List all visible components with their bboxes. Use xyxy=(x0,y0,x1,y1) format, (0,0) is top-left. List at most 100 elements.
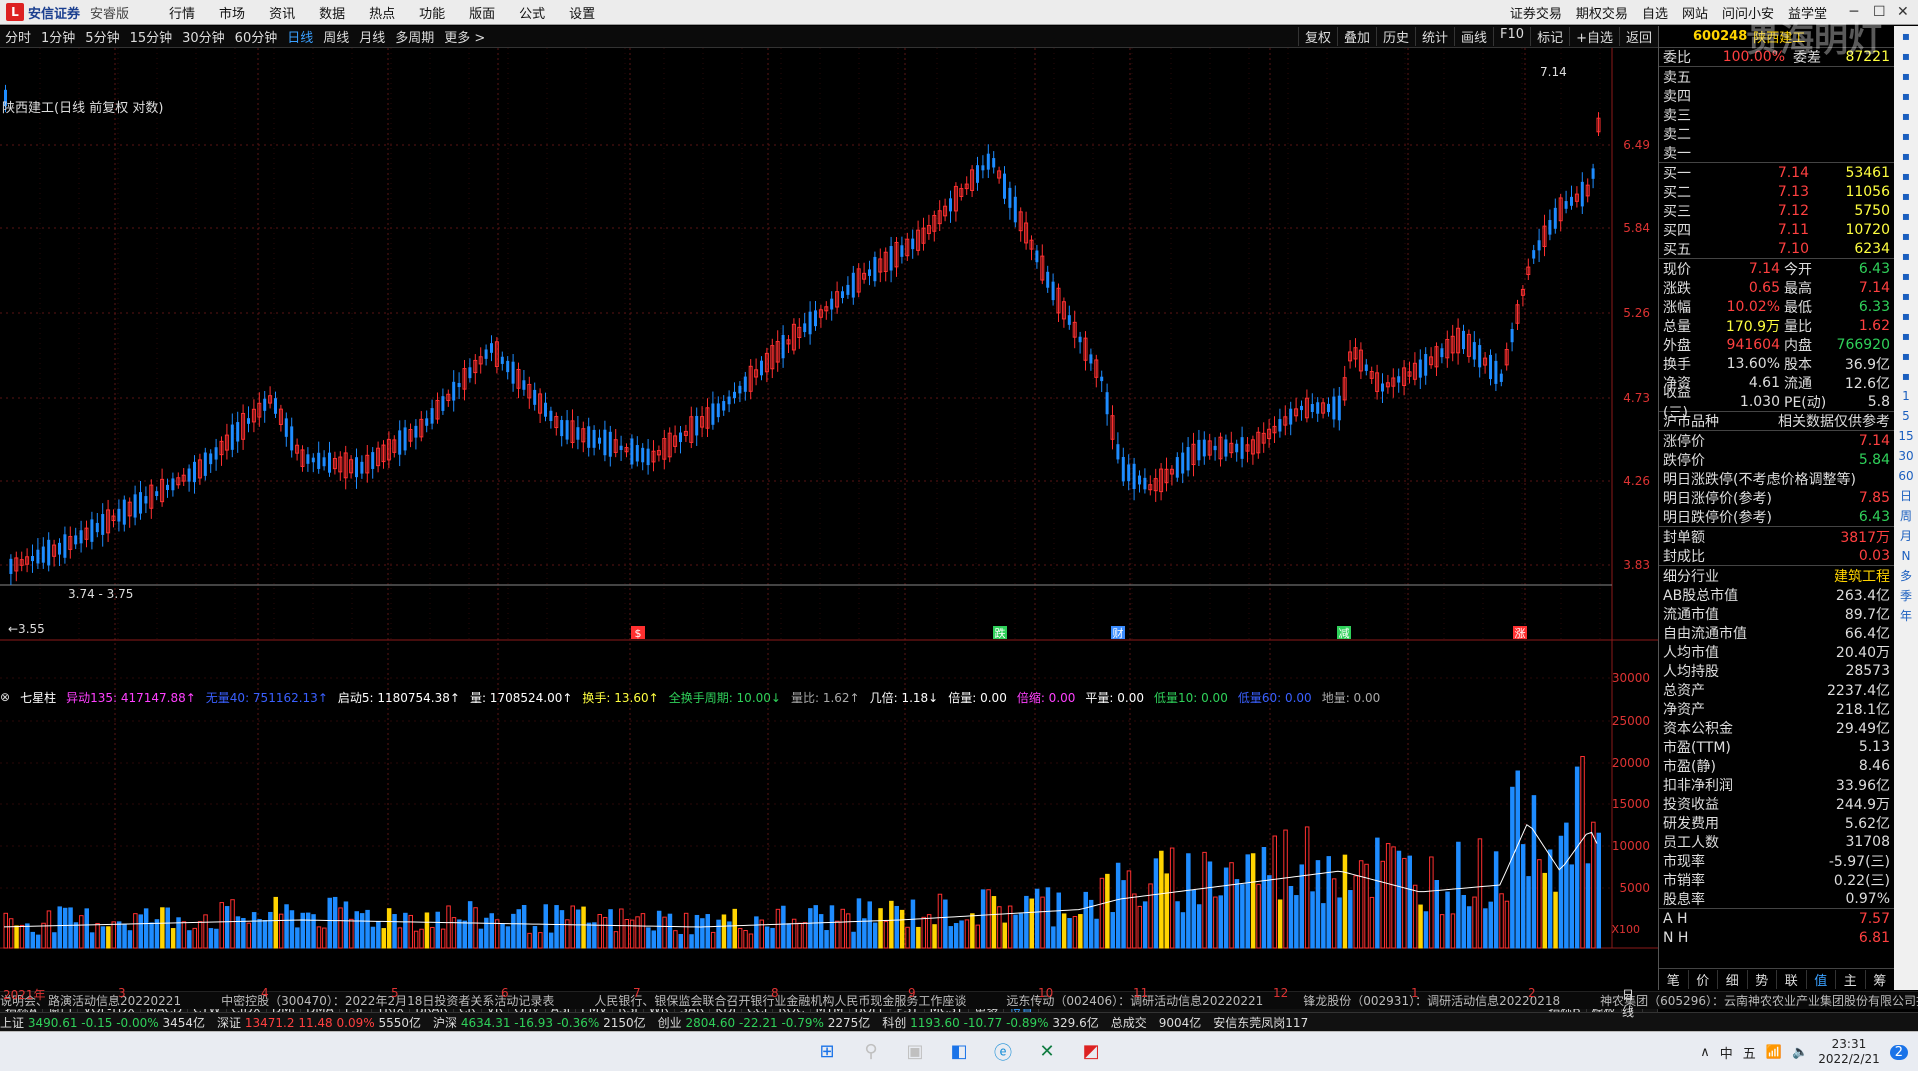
news-item[interactable]: 神农集团（605296）：云南神农农业产业集团股份有限公司投资者关 xyxy=(1600,992,1918,1009)
quote-tab[interactable]: 值 xyxy=(1807,970,1836,989)
daily-label[interactable]: 日线 xyxy=(1622,986,1634,1020)
menu-item-website[interactable]: 网站 xyxy=(1675,3,1715,22)
side-tool-icon[interactable]: ▪ xyxy=(1902,86,1910,106)
quote-tab[interactable]: 筹 xyxy=(1866,970,1895,989)
ime-indicator[interactable]: 中 xyxy=(1720,1043,1733,1062)
buy-level[interactable]: 买五 7.10 6234 xyxy=(1659,239,1894,258)
side-tool-icon[interactable]: ▪ xyxy=(1902,206,1910,226)
side-period-button[interactable]: 30 xyxy=(1898,446,1913,466)
menu-item-quotes[interactable]: 行情 xyxy=(157,3,207,22)
chart-area[interactable]: 陕西建工(日线 前复权 对数) 6.49 5.84 5.26 4.73 4.26 3.83… xyxy=(0,48,1658,1063)
side-tool-icon[interactable]: ▪ xyxy=(1902,26,1910,46)
trading-app-icon[interactable]: ◩ xyxy=(1073,1037,1109,1067)
event-marker[interactable]: 跌 xyxy=(995,626,1006,640)
menu-item-market[interactable]: 市场 xyxy=(207,3,257,22)
side-period-button[interactable]: 周 xyxy=(1900,506,1912,526)
close-icon[interactable]: ✕ xyxy=(1890,4,1914,20)
side-tool-icon[interactable]: ▪ xyxy=(1902,106,1910,126)
side-tool-icon[interactable]: ▪ xyxy=(1902,186,1910,206)
menu-item-settings[interactable]: 设置 xyxy=(557,3,607,22)
widgets-icon[interactable]: ◧ xyxy=(941,1037,977,1067)
event-marker[interactable]: 财 xyxy=(1113,626,1124,640)
side-period-button[interactable]: N xyxy=(1902,546,1911,566)
menu-item-formula[interactable]: 公式 xyxy=(507,3,557,22)
task-view-icon[interactable]: ▣ xyxy=(897,1037,933,1067)
tool-mark[interactable]: 标记 xyxy=(1530,27,1569,46)
tool-stats[interactable]: 统计 xyxy=(1415,27,1454,46)
clock[interactable]: 23:31 2022/2/21 xyxy=(1818,1037,1880,1067)
side-tool-icon[interactable]: ▪ xyxy=(1902,326,1910,346)
menu-item-hot[interactable]: 热点 xyxy=(357,3,407,22)
volume-icon[interactable]: 🔈 xyxy=(1792,1045,1808,1060)
side-period-button[interactable]: 多 xyxy=(1900,566,1912,586)
buy-level[interactable]: 买三 7.12 5750 xyxy=(1659,201,1894,220)
menu-item-layout[interactable]: 版面 xyxy=(457,3,507,22)
period-5min[interactable]: 5分钟 xyxy=(80,27,124,46)
sell-level[interactable]: 卖四 xyxy=(1659,86,1894,105)
period-1min[interactable]: 1分钟 xyxy=(36,27,80,46)
side-tool-icon[interactable]: ▪ xyxy=(1902,126,1910,146)
side-tool-icon[interactable]: ▪ xyxy=(1902,66,1910,86)
period-weekly[interactable]: 周线 xyxy=(318,27,354,46)
tool-adjust[interactable]: 复权 xyxy=(1297,27,1337,46)
kline-chart[interactable]: 6.49 5.84 5.26 4.73 4.26 3.83 7.14 ←3.55 3.74 - … xyxy=(0,48,1658,953)
index-block[interactable]: 上证 3490.61 -0.15 -0.00% 3454亿 xyxy=(0,1014,205,1031)
tool-overlay[interactable]: 叠加 xyxy=(1336,27,1376,46)
excel-icon[interactable]: ✕ xyxy=(1029,1037,1065,1067)
chevron-up-icon[interactable]: ∧ xyxy=(1700,1045,1710,1060)
sell-level[interactable]: 卖二 xyxy=(1659,124,1894,143)
period-30min[interactable]: 30分钟 xyxy=(177,27,230,46)
buy-level[interactable]: 买四 7.11 10720 xyxy=(1659,220,1894,239)
period-monthly[interactable]: 月线 xyxy=(354,27,390,46)
side-tool-icon[interactable]: ▪ xyxy=(1902,46,1910,66)
side-period-button[interactable]: 15 xyxy=(1898,426,1913,446)
side-period-button[interactable]: 月 xyxy=(1900,526,1912,546)
event-marker[interactable]: 涨 xyxy=(1515,627,1526,640)
wifi-icon[interactable]: 📶 xyxy=(1766,1045,1782,1060)
side-tool-icon[interactable]: ▪ xyxy=(1902,366,1910,386)
event-marker[interactable]: 减 xyxy=(1339,627,1350,640)
side-period-button[interactable]: 60 xyxy=(1898,466,1913,486)
sell-level[interactable]: 卖五 xyxy=(1659,67,1894,86)
side-tool-icon[interactable]: ▪ xyxy=(1902,306,1910,326)
side-tool-icon[interactable]: ▪ xyxy=(1902,266,1910,286)
side-period-button[interactable]: 日 xyxy=(1900,486,1912,506)
menu-item-news[interactable]: 资讯 xyxy=(257,3,307,22)
search-icon[interactable]: ⚲ xyxy=(853,1037,889,1067)
tool-draw[interactable]: 画线 xyxy=(1454,27,1493,46)
buy-level[interactable]: 买一 7.14 53461 xyxy=(1659,163,1894,182)
edge-browser-icon[interactable]: ⓔ xyxy=(985,1037,1021,1067)
indicator-close-icon[interactable]: ⊗ xyxy=(0,690,10,704)
side-tool-icon[interactable]: ▪ xyxy=(1902,166,1910,186)
side-tool-icon[interactable]: ▪ xyxy=(1902,146,1910,166)
side-period-button[interactable]: 年 xyxy=(1900,606,1912,626)
period-intraday[interactable]: 分时 xyxy=(0,27,36,46)
tool-back[interactable]: 返回 xyxy=(1618,27,1658,46)
menu-item-option-trade[interactable]: 期权交易 xyxy=(1569,3,1635,22)
sell-level[interactable]: 卖一 xyxy=(1659,143,1894,162)
buy-level[interactable]: 买二 7.13 11056 xyxy=(1659,182,1894,201)
index-block[interactable]: 创业 2804.60 -22.21 -0.79% 2275亿 xyxy=(658,1014,871,1031)
period-15min[interactable]: 15分钟 xyxy=(125,27,178,46)
notification-badge[interactable]: 2 xyxy=(1889,1044,1908,1060)
quote-tab[interactable]: 联 xyxy=(1777,970,1807,989)
side-tool-icon[interactable]: ▪ xyxy=(1902,246,1910,266)
period-multi[interactable]: 多周期 xyxy=(390,27,439,46)
menu-item-functions[interactable]: 功能 xyxy=(407,3,457,22)
quote-tab[interactable]: 价 xyxy=(1689,970,1718,989)
menu-item-stock-trade[interactable]: 证券交易 xyxy=(1503,3,1569,22)
period-daily[interactable]: 日线 xyxy=(282,27,318,46)
period-60min[interactable]: 60分钟 xyxy=(230,27,283,46)
quote-tab[interactable]: 主 xyxy=(1836,970,1866,989)
windows-start-icon[interactable]: ⊞ xyxy=(809,1037,845,1067)
side-period-button[interactable]: 1 xyxy=(1902,386,1910,406)
quote-tab[interactable]: 细 xyxy=(1718,970,1748,989)
quote-tab[interactable]: 势 xyxy=(1748,970,1777,989)
side-tool-icon[interactable]: ▪ xyxy=(1902,286,1910,306)
menu-item-data[interactable]: 数据 xyxy=(307,3,357,22)
event-marker[interactable]: $ xyxy=(635,627,642,640)
side-period-button[interactable]: 季 xyxy=(1900,586,1912,606)
period-more[interactable]: 更多 > xyxy=(439,27,490,46)
weekday-indicator[interactable]: 五 xyxy=(1743,1043,1756,1062)
index-block[interactable]: 沪深 4634.31 -16.93 -0.36% 2150亿 xyxy=(433,1014,646,1031)
